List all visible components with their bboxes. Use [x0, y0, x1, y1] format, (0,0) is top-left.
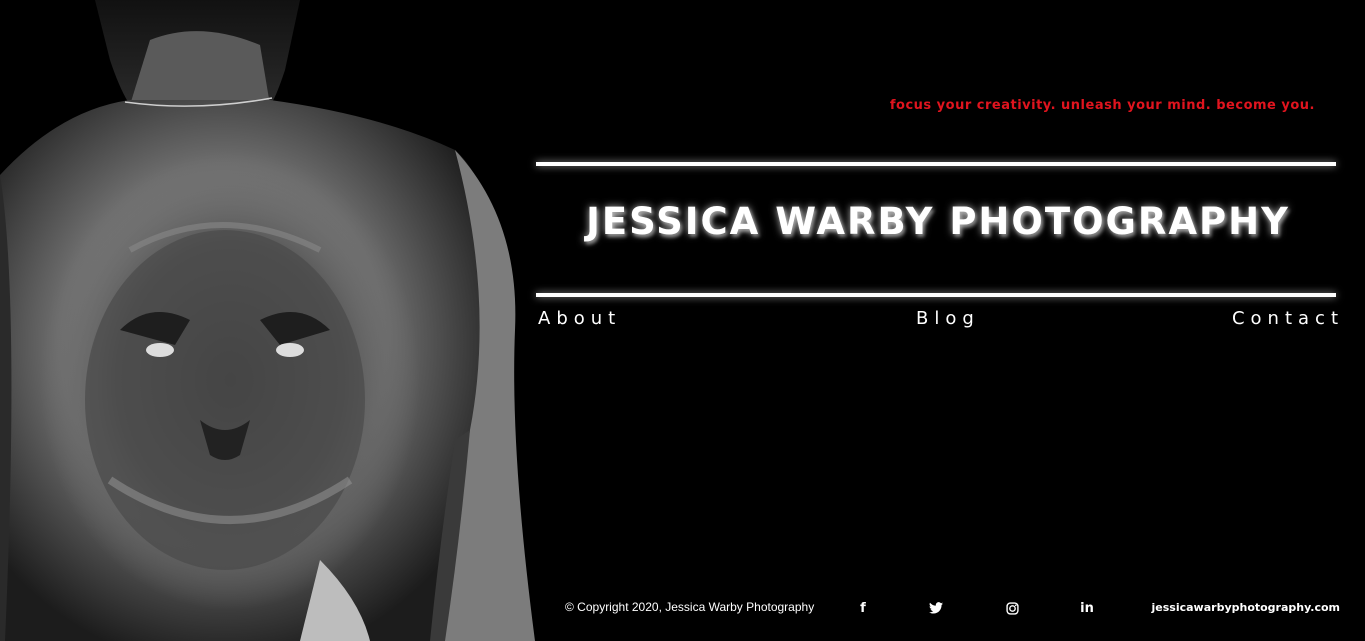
- footer: © Copyright 2020, Jessica Warby Photogra…: [540, 598, 1360, 620]
- main-nav: About Blog Contact: [538, 308, 1338, 334]
- facebook-glyph: f: [860, 600, 866, 616]
- linkedin-icon[interactable]: in: [1077, 598, 1097, 618]
- page: focus your creativity. unleash your mind…: [0, 0, 1365, 641]
- instagram-camera-glyph: [1005, 601, 1019, 615]
- nav-link-blog[interactable]: Blog: [916, 308, 980, 329]
- hero-photo: [0, 0, 540, 641]
- nav-link-about[interactable]: About: [538, 308, 621, 329]
- tagline: focus your creativity. unleash your mind…: [889, 98, 1315, 113]
- site-title: JESSICA WARBY PHOTOGRAPHY: [586, 200, 1290, 243]
- twitter-bird-glyph: [929, 602, 943, 614]
- facebook-icon[interactable]: f: [853, 598, 873, 618]
- nav-link-contact[interactable]: Contact: [1232, 308, 1344, 329]
- twitter-icon[interactable]: [926, 598, 946, 618]
- website-link[interactable]: jessicawarbyphotography.com: [1152, 601, 1340, 614]
- divider-top: [536, 162, 1336, 166]
- instagram-icon[interactable]: [1002, 598, 1022, 618]
- linkedin-glyph: in: [1080, 600, 1094, 616]
- divider-bottom: [536, 293, 1336, 297]
- copyright-text: © Copyright 2020, Jessica Warby Photogra…: [565, 600, 815, 614]
